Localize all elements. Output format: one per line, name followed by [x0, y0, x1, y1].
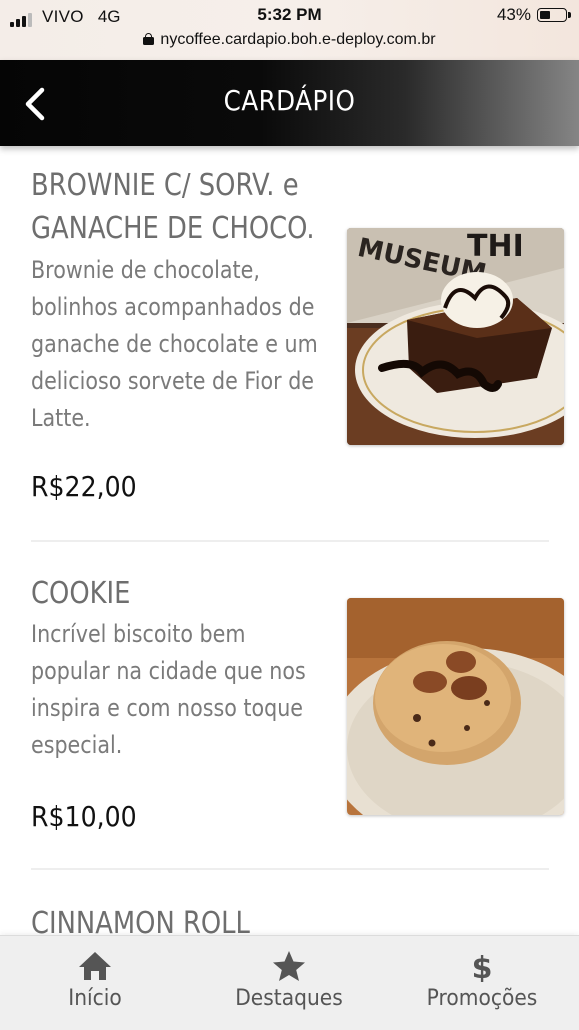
item-name: BROWNIE C/ SORV. e GANACHE DE CHOCO. [31, 164, 315, 250]
item-description-line: delicioso sorvete de Fior de [31, 367, 314, 395]
nav-item-inicio[interactable]: Início [0, 950, 190, 1020]
item-price: R$22,00 [31, 470, 137, 503]
item-description-line: bolinhos acompanhados de [31, 293, 315, 321]
lock-icon [143, 33, 155, 45]
item-name: COOKIE [31, 576, 131, 611]
item-name-line: GANACHE DE CHOCO. [31, 211, 315, 246]
bottom-navigation: Início Destaques $ Promoções [0, 935, 579, 1030]
item-description-line: popular na cidade que nos [31, 657, 306, 685]
item-description-line: Brownie de chocolate, [31, 256, 260, 284]
home-icon [79, 952, 111, 980]
url-text: nycoffee.cardapio.boh.e-deploy.com.br [160, 31, 436, 48]
status-right: 43% [496, 5, 571, 25]
item-description: Incrível biscoito bem popular na cidade … [31, 616, 323, 764]
item-description-line: especial. [31, 731, 123, 759]
nav-label: Destaques [235, 986, 343, 1011]
url-bar[interactable]: nycoffee.cardapio.boh.e-deploy.com.br [0, 31, 579, 49]
brownie-image: MUSEUM THI [347, 228, 564, 445]
item-divider [31, 540, 549, 542]
dollar-icon: $ [472, 951, 493, 982]
item-description-line: inspira e com nosso toque [31, 694, 304, 722]
nav-item-promocoes[interactable]: $ Promoções [387, 950, 577, 1020]
star-icon [273, 951, 305, 981]
item-divider [31, 868, 549, 870]
cookie-image [347, 598, 564, 815]
item-name-line: BROWNIE C/ SORV. e [31, 168, 299, 203]
svg-text:$: $ [472, 951, 493, 982]
battery-percent: 43% [496, 5, 531, 24]
item-price: R$10,00 [31, 800, 137, 833]
nav-label: Início [68, 986, 122, 1011]
item-description-line: Latte. [31, 404, 91, 432]
page-title: CARDÁPIO [223, 84, 356, 117]
nav-label: Promoções [426, 986, 538, 1011]
brownie-photo[interactable]: MUSEUM THI [347, 228, 564, 445]
status-bar: VIVO 4G 5:32 PM 43% nycoffee.cardapio.bo… [0, 0, 579, 60]
app-header: CARDÁPIO [0, 60, 579, 146]
cookie-photo[interactable] [347, 598, 564, 815]
item-description: Brownie de chocolate, bolinhos acompanha… [31, 252, 323, 437]
item-description-line: ganache de chocolate e um [31, 330, 318, 358]
menu-page: VIVO 4G 5:32 PM 43% nycoffee.cardapio.bo… [0, 0, 579, 1030]
nav-item-destaques[interactable]: Destaques [194, 950, 384, 1020]
battery-icon [537, 8, 571, 22]
item-description-line: Incrível biscoito bem [31, 620, 246, 648]
svg-text:THI: THI [467, 229, 524, 264]
clock: 5:32 PM [257, 5, 322, 24]
